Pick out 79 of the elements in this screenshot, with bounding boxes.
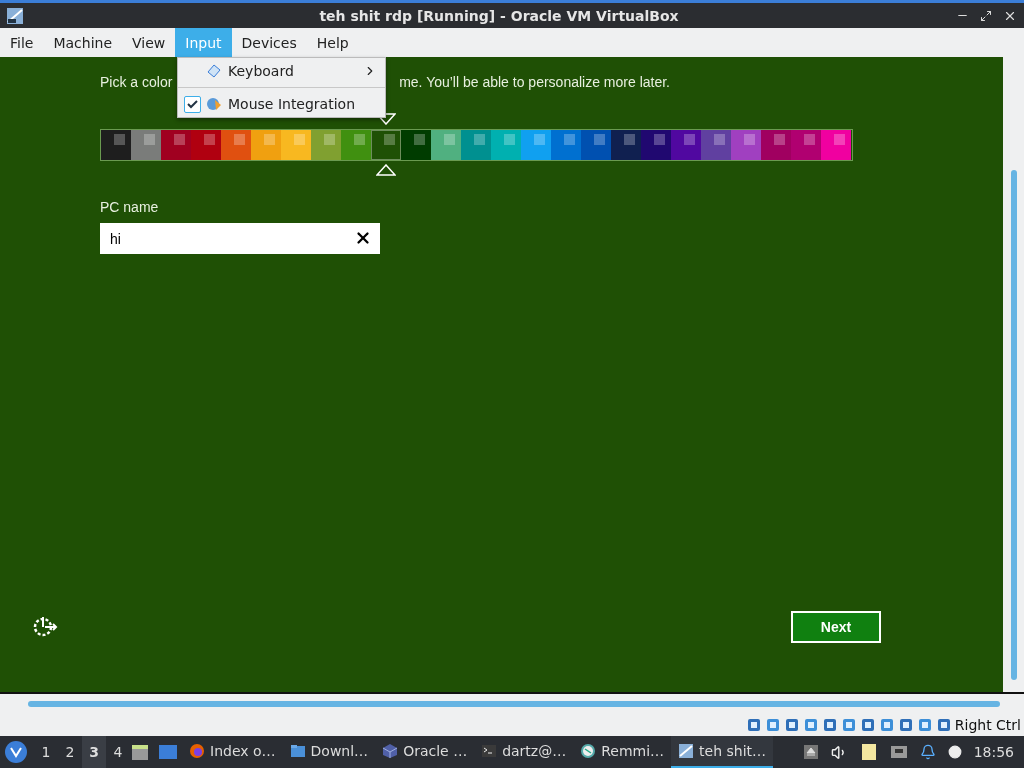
menu-item[interactable]: Machine: [43, 28, 123, 57]
menu-item[interactable]: File: [0, 28, 44, 57]
task-label: teh shit…: [699, 743, 767, 759]
color-swatch[interactable]: [101, 130, 131, 160]
color-swatch[interactable]: [311, 130, 341, 160]
check-icon: [187, 100, 198, 109]
menu-entry[interactable]: Mouse Integration: [178, 91, 385, 117]
task-label: Downl…: [310, 743, 369, 759]
color-swatch[interactable]: [131, 130, 161, 160]
color-swatch[interactable]: [611, 130, 641, 160]
vm-logo-icon: [678, 743, 695, 759]
menu-item[interactable]: Help: [306, 28, 359, 57]
globe-fox-icon: [189, 743, 205, 759]
taskbar-task[interactable]: Index o…: [182, 736, 283, 768]
workspace-button[interactable]: 2: [58, 736, 82, 768]
color-swatch[interactable]: [551, 130, 581, 160]
color-swatch[interactable]: [401, 130, 431, 160]
task-label: Remmi…: [601, 743, 665, 759]
color-swatch[interactable]: [521, 130, 551, 160]
color-swatch[interactable]: [581, 130, 611, 160]
pointer-up-icon: [376, 164, 396, 176]
color-swatch[interactable]: [461, 130, 491, 160]
notes-icon[interactable]: [859, 743, 878, 761]
task-label: Index o…: [210, 743, 276, 759]
terminal-icon: [481, 743, 498, 759]
checkbox[interactable]: [184, 96, 201, 113]
menu-item[interactable]: View: [122, 28, 176, 57]
color-swatch[interactable]: [221, 130, 251, 160]
taskbar-task[interactable]: teh shit…: [671, 736, 774, 768]
task-label: dartz@…: [502, 743, 567, 759]
color-swatch[interactable]: [791, 130, 821, 160]
folder-icon: [289, 743, 306, 759]
pc-name-field[interactable]: hi: [100, 223, 380, 254]
color-swatch[interactable]: [821, 130, 851, 160]
menu-entry[interactable]: Keyboard: [178, 58, 385, 84]
taskbar-task[interactable]: Downl…: [282, 736, 376, 768]
maximize-icon: [980, 9, 992, 22]
workspace-button[interactable]: 3: [82, 736, 106, 768]
color-swatch[interactable]: [341, 130, 371, 160]
taskbar-task[interactable]: Oracle …: [375, 736, 475, 768]
color-swatch[interactable]: [671, 130, 701, 160]
ease-of-access-icon: [32, 614, 58, 638]
taskbar-task[interactable]: Remmi…: [573, 736, 672, 768]
color-swatch[interactable]: [701, 130, 731, 160]
workspace-button[interactable]: 1: [34, 736, 58, 768]
color-swatch[interactable]: [731, 130, 761, 160]
workspace-button[interactable]: 4: [106, 736, 130, 768]
alert-icon[interactable]: [919, 744, 936, 760]
drawer-icon[interactable]: [130, 742, 150, 762]
keyboard-icon: [206, 63, 222, 79]
prompt-text: Pick a color: [100, 74, 173, 92]
app-menu-icon[interactable]: [4, 740, 28, 764]
window-icon[interactable]: [158, 742, 178, 762]
color-swatch[interactable]: [281, 130, 311, 160]
clock: 18:56: [973, 744, 1014, 760]
window-title: teh shit rdp [Running] - Oracle VM VirtualBox: [318, 7, 680, 24]
color-swatch[interactable]: [491, 130, 521, 160]
eject-icon[interactable]: [802, 744, 819, 760]
menu-label: Mouse Integration: [228, 96, 356, 112]
color-swatch[interactable]: [191, 130, 221, 160]
menu-label: Keyboard: [228, 63, 294, 79]
color-swatch[interactable]: [251, 130, 281, 160]
cube-icon: [382, 743, 399, 759]
next-button[interactable]: Next: [791, 611, 881, 643]
field-label: PC name: [100, 199, 160, 215]
clear-icon[interactable]: [354, 229, 372, 247]
prompt-text: me. You’ll be able to personalize more later.: [399, 74, 670, 92]
color-swatch[interactable]: [641, 130, 671, 160]
vm-logo-icon: [6, 6, 24, 25]
mouse-globe-icon: [206, 96, 222, 112]
remote-desktop-icon: [580, 743, 597, 759]
color-swatch[interactable]: [431, 130, 461, 160]
menu-item[interactable]: Devices: [231, 28, 307, 57]
color-swatch[interactable]: [161, 130, 191, 160]
status-icon[interactable]: [947, 745, 962, 759]
task-label: Oracle …: [403, 743, 468, 759]
taskbar-task[interactable]: dartz@…: [474, 736, 574, 768]
host-key-label: Right Ctrl: [954, 717, 1021, 733]
color-swatch[interactable]: [761, 130, 791, 160]
